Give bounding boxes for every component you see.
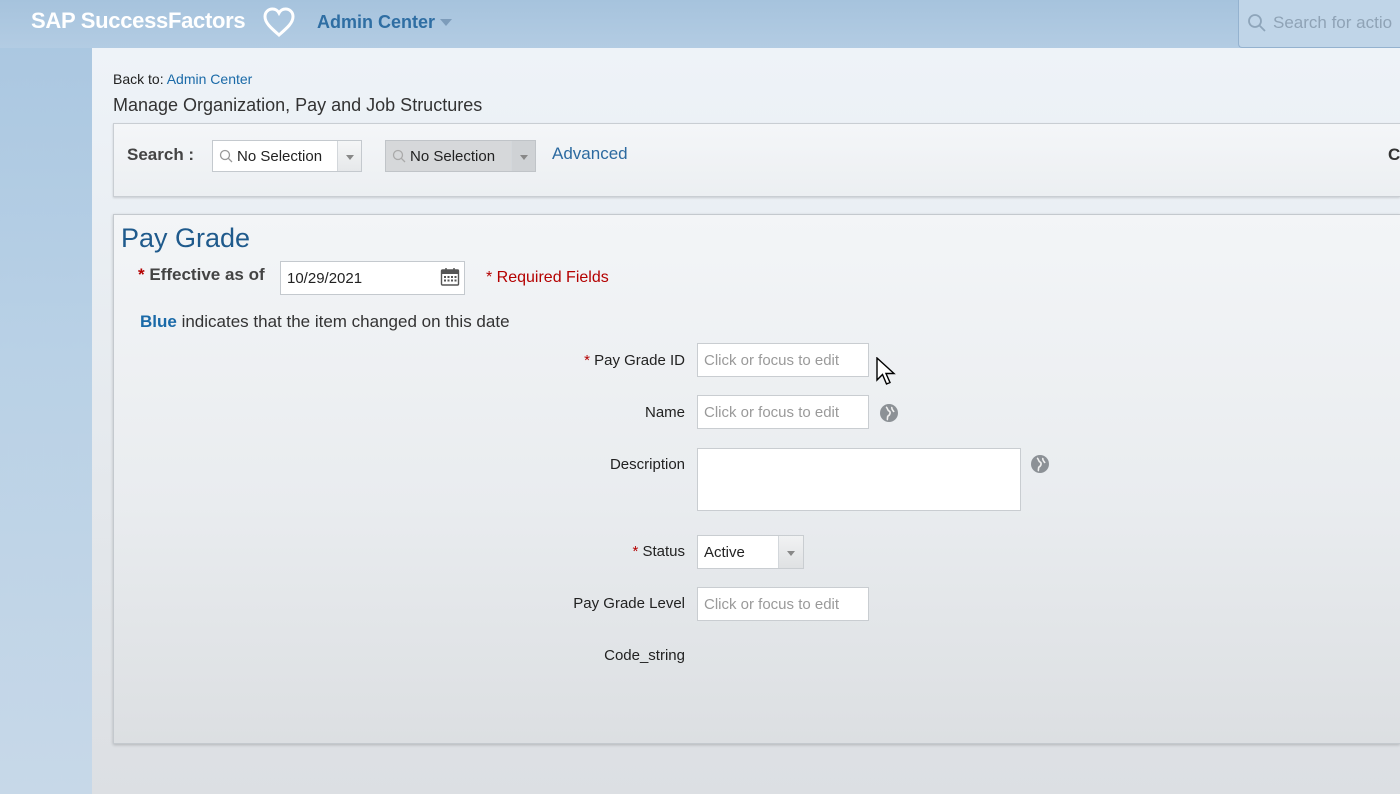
global-search[interactable] [1238, 0, 1400, 48]
search-icon [1248, 14, 1266, 32]
global-search-input[interactable] [1273, 10, 1400, 36]
create-new-label[interactable]: Cr [1388, 145, 1400, 165]
back-to-admin-center-link[interactable]: Admin Center [167, 71, 253, 87]
chevron-down-icon[interactable] [511, 141, 535, 171]
search-icon [392, 149, 406, 163]
breadcrumb-prefix: Back to: [113, 71, 164, 87]
status-select-value: Active [704, 544, 745, 561]
page-panel: Back to: Admin Center Manage Organizatio… [92, 48, 1400, 794]
object-type-select-value: No Selection [237, 148, 323, 165]
pay-grade-id-label: * Pay Grade ID [385, 352, 685, 369]
search-icon [219, 149, 233, 163]
effective-date-input[interactable] [280, 261, 465, 295]
name-label: Name [644, 404, 685, 421]
legend-keyword: Blue [140, 312, 177, 331]
required-marker: * [632, 543, 639, 560]
chevron-down-icon[interactable] [337, 141, 361, 171]
advanced-search-link[interactable]: Advanced [552, 144, 628, 164]
pay-grade-level-input[interactable] [697, 587, 869, 621]
page-title: Manage Organization, Pay and Job Structu… [113, 95, 483, 115]
effective-date-label: * Effective as of [138, 265, 265, 285]
required-fields-note: * Required Fields [486, 269, 609, 286]
search-label: Search : [127, 145, 195, 164]
globe-icon[interactable] [1030, 454, 1050, 474]
status-label-text: Status [642, 543, 685, 560]
object-instance-select[interactable]: No Selection [385, 140, 536, 172]
calendar-icon[interactable] [440, 267, 460, 287]
search-panel: Search : No Selection No Selection Advan… [113, 123, 1400, 197]
status-label: * Status [385, 543, 685, 560]
legend-text: indicates that the item changed on this … [181, 312, 510, 331]
pay-grade-level-label: Pay Grade Level [573, 595, 685, 612]
pay-grade-id-input[interactable] [697, 343, 869, 377]
chevron-down-icon[interactable] [440, 19, 452, 26]
breadcrumb: Back to: Admin Center [113, 71, 252, 87]
required-marker: * [138, 265, 145, 284]
change-legend: Blue indicates that the item changed on … [140, 312, 510, 332]
effective-date-label-text: Effective as of [149, 265, 265, 284]
description-input[interactable] [697, 448, 1021, 511]
form-title: Pay Grade [121, 223, 251, 253]
admin-center-menu[interactable]: Admin Center [317, 12, 435, 33]
object-instance-select-value: No Selection [410, 148, 496, 165]
globe-icon[interactable] [879, 403, 899, 423]
object-type-select[interactable]: No Selection [212, 140, 362, 172]
chevron-down-icon[interactable] [778, 536, 803, 568]
required-marker: * [584, 352, 590, 369]
code-string-label: Code_string [604, 647, 685, 664]
mouse-cursor-icon [876, 357, 896, 385]
status-select[interactable]: Active [697, 535, 804, 569]
logo[interactable]: SAP SuccessFactors [31, 8, 246, 34]
top-bar: SAP SuccessFactors Admin Center [0, 0, 1400, 48]
pay-grade-form: Pay Grade * Effective as of * Required F… [113, 214, 1400, 744]
pay-grade-id-label-text: Pay Grade ID [594, 352, 685, 369]
heart-icon [263, 7, 295, 37]
description-label: Description [609, 456, 685, 473]
name-input[interactable] [697, 395, 869, 429]
